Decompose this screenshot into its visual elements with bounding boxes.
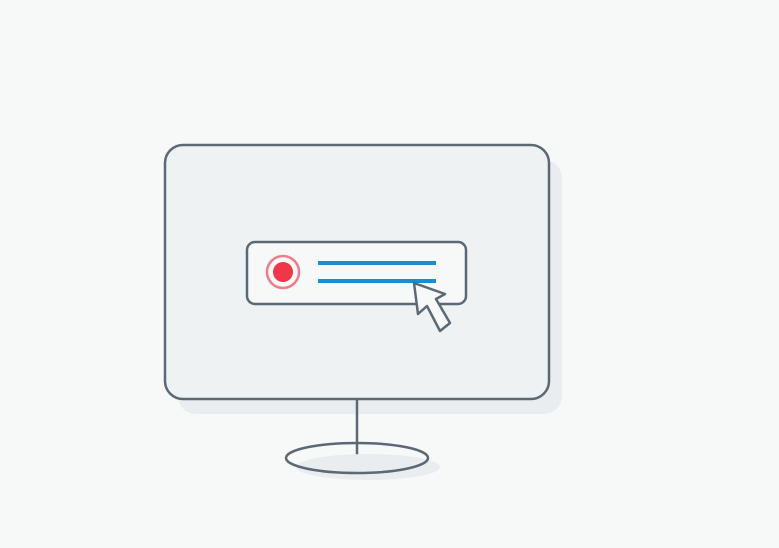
text-line-1 bbox=[318, 261, 436, 265]
text-line-2 bbox=[318, 279, 436, 283]
monitor-illustration bbox=[0, 0, 779, 548]
monitor-base-shadow bbox=[296, 454, 440, 480]
